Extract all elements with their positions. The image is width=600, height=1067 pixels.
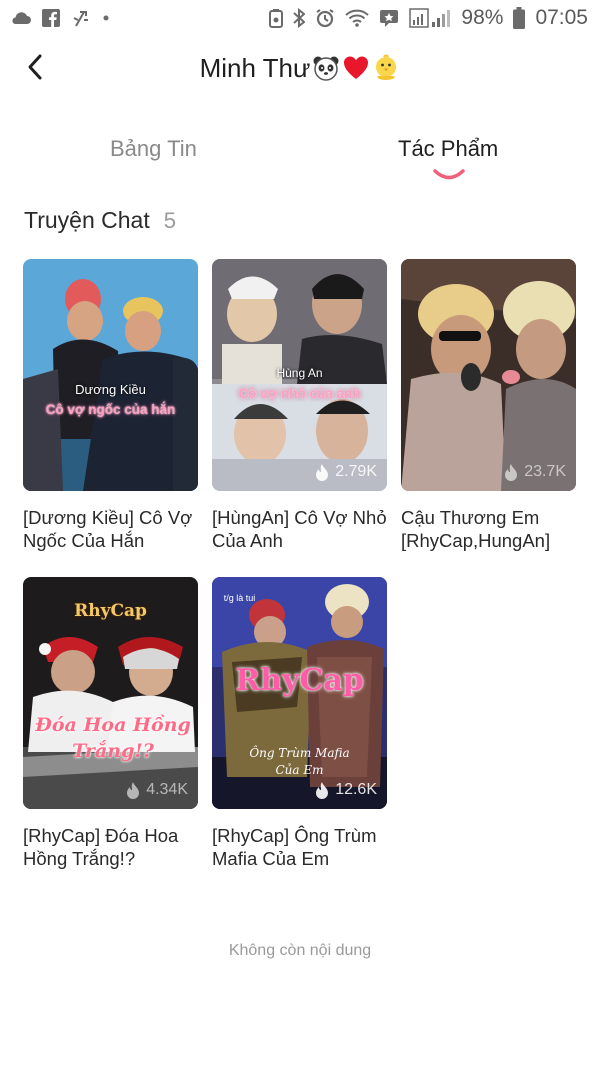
wifi-icon [345, 9, 370, 27]
cover-subtitle-2: Cô vợ nhỏ của anh [238, 386, 361, 401]
cloud-icon [10, 10, 32, 26]
section-title: Truyện Chat [24, 207, 150, 233]
flame-icon [316, 463, 329, 481]
panda-icon [313, 56, 339, 81]
story-card-4[interactable]: RhyCap Đóa Hoa Hồng Trắng!? 4.34K [RhyCa… [23, 577, 198, 870]
end-of-content-note: Không còn nội dung [228, 942, 372, 959]
nfc-icon [269, 8, 284, 28]
active-tab-indicator [433, 169, 465, 180]
cover-subtitle-5: Ông Trùm Mafia Của Em [249, 746, 350, 777]
flame-icon [127, 781, 140, 799]
view-count-value-3: 23.7K [524, 463, 566, 480]
flame-icon [505, 463, 518, 481]
story-card-1[interactable]: Dương Kiều Cô vợ ngốc của hắn [Dương Kiề… [23, 259, 198, 552]
alarm-icon [315, 8, 335, 28]
heart-icon [344, 56, 369, 79]
cover-name-1: Dương Kiều [75, 382, 146, 397]
flame-icon [316, 781, 329, 799]
story-cover-5: t/g là tui RhyCap Ông Trùm Mafia Của Em … [212, 577, 387, 809]
story-title-3[interactable]: Cậu Thương Em [RhyCap,HungAn] [401, 506, 576, 552]
clock: 07:05 [535, 6, 588, 29]
cover-name-4: RhyCap [74, 601, 147, 621]
view-count-3: 23.7K [504, 463, 566, 481]
message-icon [379, 9, 399, 27]
facebook-icon [42, 9, 60, 27]
section-header: Truyện Chat 5 [24, 207, 176, 234]
section-count: 5 [163, 208, 176, 233]
status-right: 98% 07:05 [269, 6, 588, 30]
story-cover-4: RhyCap Đóa Hoa Hồng Trắng!? 4.34K [23, 577, 198, 809]
signal-icon [409, 8, 451, 28]
tab-news-feed[interactable]: Bảng Tin [110, 136, 197, 162]
view-count-5: 12.6K [315, 781, 377, 799]
view-count-4: 4.34K [126, 781, 188, 799]
dot-icon [102, 14, 110, 22]
story-title-1[interactable]: [Dương Kiều] Cô Vợ Ngốc Của Hắn [23, 506, 198, 552]
usb-icon [70, 8, 92, 28]
battery-icon [513, 7, 526, 29]
view-count-value-4: 4.34K [146, 781, 188, 798]
battery-percent: 98% [461, 6, 504, 29]
story-title-4[interactable]: [RhyCap] Đóa Hoa Hồng Trắng!? [23, 824, 198, 870]
status-bar: 98% 07:05 [0, 0, 600, 36]
tab-works[interactable]: Tác Phẩm [398, 136, 498, 162]
bluetooth-icon [293, 8, 306, 28]
cover-name-2: Hùng An [276, 366, 323, 380]
story-cover-1: Dương Kiều Cô vợ ngốc của hắn [23, 259, 198, 491]
view-count-value-5: 12.6K [335, 781, 377, 798]
story-card-2[interactable]: Hùng An Cô vợ nhỏ của anh 2.79K [HùngAn]… [212, 259, 387, 552]
story-cover-3: 23.7K [401, 259, 576, 491]
page-title: Minh Thư [200, 53, 401, 84]
story-card-3[interactable]: 23.7K Cậu Thương Em [RhyCap,HungAn] [401, 259, 576, 552]
cover-tag-5: t/g là tui [223, 593, 256, 603]
cover-subtitle-4: Đóa Hoa Hồng Trắng!? [35, 714, 191, 762]
chevron-left-icon [28, 54, 42, 80]
back-button[interactable] [18, 50, 52, 84]
view-count-value-2: 2.79K [335, 463, 377, 480]
story-title-2[interactable]: [HùngAn] Cô Vợ Nhỏ Của Anh [212, 506, 387, 552]
profile-tabs: Bảng Tin Tác Phẩm [0, 128, 600, 188]
profile-name: Minh Thư [199, 52, 311, 83]
cover-subtitle-1: Cô vợ ngốc của hắn [45, 402, 176, 417]
status-left [10, 8, 110, 28]
chick-icon [376, 54, 397, 80]
view-count-2: 2.79K [315, 463, 377, 481]
story-title-5[interactable]: [RhyCap] Ông Trùm Mafia Của Em [212, 824, 387, 870]
story-card-5[interactable]: t/g là tui RhyCap Ông Trùm Mafia Của Em … [212, 577, 387, 870]
cover-name-5: RhyCap [235, 663, 364, 698]
top-header: Minh Thư [0, 36, 600, 100]
story-cover-2: Hùng An Cô vợ nhỏ của anh 2.79K [212, 259, 387, 491]
